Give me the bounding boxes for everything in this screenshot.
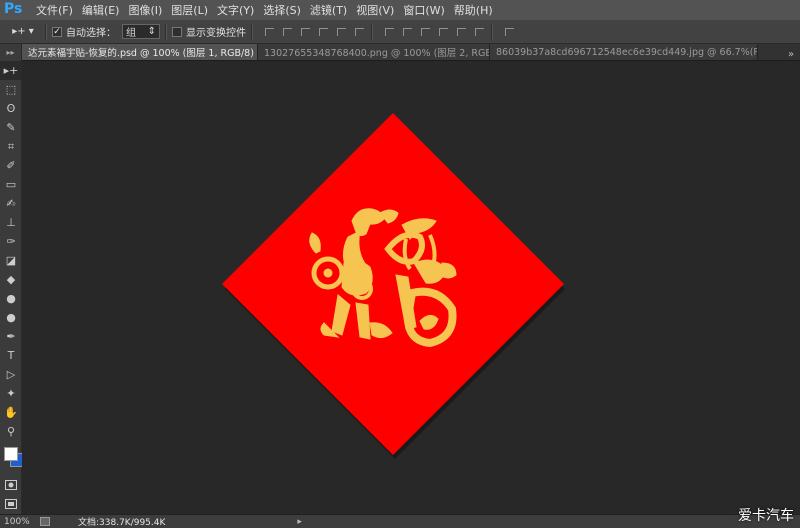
dodge-tool-icon[interactable]: ●: [0, 308, 22, 327]
menu-window[interactable]: 窗口(W): [403, 2, 444, 18]
options-bar: ▸+ ▾ ✓ 自动选择： 组 ⇕ 显示变换控件: [0, 19, 800, 44]
distribute-hcenter-icon: [456, 27, 466, 36]
auto-align-layers-button[interactable]: [502, 25, 516, 39]
document-size: 文档:338.7K/995.4K: [78, 518, 166, 528]
color-swatches: [0, 441, 24, 475]
tab-label: 达元素福宇贴-恢复的.psd @ 100% (图层 1, RGB/8) *: [28, 48, 258, 59]
path-selection-tool-icon[interactable]: ▷: [0, 365, 22, 384]
align-horizontal-centers-button[interactable]: [334, 25, 348, 39]
menu-image[interactable]: 图像(I): [128, 2, 162, 18]
quick-mask-shape: [5, 479, 17, 490]
canvas-area[interactable]: [22, 61, 800, 514]
align-right-icon: [354, 27, 364, 36]
lasso-tool-icon[interactable]: ʘ: [0, 99, 22, 118]
auto-select-dropdown[interactable]: 组 ⇕: [122, 24, 160, 39]
divider: [45, 23, 47, 40]
distribute-hcenter-button[interactable]: [454, 25, 468, 39]
tab-label: 13027655348768400.png @ 100% (图层 2, RGB/…: [264, 48, 490, 59]
document-tab-active[interactable]: 达元素福宇贴-恢复的.psd @ 100% (图层 1, RGB/8) * ×: [22, 44, 258, 60]
divider: [491, 23, 493, 40]
document-info-icon[interactable]: [40, 517, 50, 526]
crop-tool-icon[interactable]: ⌗: [0, 137, 22, 156]
shape-tool-icon[interactable]: ✦: [0, 384, 22, 403]
zoom-level[interactable]: 100%: [0, 517, 36, 527]
align-bottom-edges-button[interactable]: [298, 25, 312, 39]
menu-select[interactable]: 选择(S): [263, 2, 301, 18]
distribute-top-button[interactable]: [382, 25, 396, 39]
eraser-tool-icon[interactable]: ◪: [0, 251, 22, 270]
distribute-right-button[interactable]: [472, 25, 486, 39]
zoom-tool-icon[interactable]: ⚲: [0, 422, 22, 441]
distribute-top-icon: [384, 27, 394, 36]
align-left-edges-button[interactable]: [316, 25, 330, 39]
quick-selection-tool-icon[interactable]: ✎: [0, 118, 22, 137]
auto-align-icon: [504, 27, 514, 36]
tool-preset-picker[interactable]: ▸+ ▾: [6, 22, 40, 41]
foreground-color-swatch[interactable]: [4, 447, 18, 461]
clone-stamp-tool-icon[interactable]: ⊥: [0, 213, 22, 232]
show-transform-label: 显示变换控件: [186, 28, 246, 39]
dropdown-arrow-icon: ⇕: [147, 26, 156, 37]
tab-label: 86039b37a8cd696712548ec6e39cd449.jpg @ 6…: [496, 46, 757, 58]
align-top-edges-button[interactable]: [262, 25, 276, 39]
blur-tool-icon[interactable]: ●: [0, 289, 22, 308]
hand-tool-icon[interactable]: ✋: [0, 403, 22, 422]
red-diamond-paper: [222, 113, 564, 455]
align-vertical-centers-button[interactable]: [280, 25, 294, 39]
menu-view[interactable]: 视图(V): [356, 2, 394, 18]
document-tab[interactable]: 13027655348768400.png @ 100% (图层 2, RGB/…: [258, 44, 490, 60]
more-tabs-icon[interactable]: »: [782, 49, 800, 60]
brush-tool-icon[interactable]: ✍: [0, 194, 22, 213]
quick-mask-icon[interactable]: [0, 475, 22, 494]
pen-tool-icon[interactable]: ✒: [0, 327, 22, 346]
auto-select-label: 自动选择：: [66, 28, 116, 39]
menu-layer[interactable]: 图层(L): [171, 2, 208, 18]
auto-select-value: 组: [126, 28, 136, 39]
align-hcenter-icon: [336, 27, 346, 36]
menu-file[interactable]: 文件(F): [36, 2, 73, 18]
menu-type[interactable]: 文字(Y): [217, 2, 254, 18]
screen-mode-icon[interactable]: [0, 494, 22, 513]
align-right-edges-button[interactable]: [352, 25, 366, 39]
history-brush-tool-icon[interactable]: ✑: [0, 232, 22, 251]
distribute-right-icon: [474, 27, 484, 36]
toolbox: ▸▸ ▸+ ⬚ ʘ ✎ ⌗ ✐ ▭ ✍ ⊥ ✑ ◪ ◆ ● ● ✒ T ▷ ✦ …: [0, 44, 24, 514]
align-top-icon: [264, 27, 274, 36]
align-bottom-icon: [300, 27, 310, 36]
screen-mode-shape: [5, 498, 17, 509]
show-transform-checkbox[interactable]: [172, 26, 182, 37]
distribute-bottom-icon: [420, 27, 430, 36]
distribute-left-icon: [438, 27, 448, 36]
status-menu-arrow-icon[interactable]: ▸: [297, 517, 302, 527]
toolbox-collapse-icon[interactable]: ▸▸: [0, 44, 21, 61]
document-tab[interactable]: 86039b37a8cd696712548ec6e39cd449.jpg @ 6…: [490, 44, 758, 60]
distribute-bottom-button[interactable]: [418, 25, 432, 39]
distribute-vcenter-button[interactable]: [400, 25, 414, 39]
type-tool-icon[interactable]: T: [0, 346, 22, 365]
move-tool-icon[interactable]: ▸+: [0, 61, 22, 80]
eyedropper-tool-icon[interactable]: ✐: [0, 156, 22, 175]
menu-edit[interactable]: 编辑(E): [82, 2, 120, 18]
menu-help[interactable]: 帮助(H): [454, 2, 493, 18]
document-canvas[interactable]: [220, 113, 566, 459]
auto-select-checkbox[interactable]: ✓: [52, 26, 62, 37]
divider: [251, 23, 253, 40]
menu-filter[interactable]: 滤镜(T): [310, 2, 347, 18]
document-tab-bar: 达元素福宇贴-恢复的.psd @ 100% (图层 1, RGB/8) * × …: [22, 44, 800, 61]
healing-brush-tool-icon[interactable]: ▭: [0, 175, 22, 194]
divider: [165, 23, 167, 40]
distribute-vcenter-icon: [402, 27, 412, 36]
photoshop-logo[interactable]: Ps: [0, 0, 26, 19]
menu-bar: Ps 文件(F) 编辑(E) 图像(I) 图层(L) 文字(Y) 选择(S) 滤…: [0, 0, 800, 19]
align-vcenter-icon: [282, 27, 292, 36]
marquee-tool-icon[interactable]: ⬚: [0, 80, 22, 99]
paint-bucket-tool-icon[interactable]: ◆: [0, 270, 22, 289]
align-left-icon: [318, 27, 328, 36]
watermark: 爱卡汽车: [738, 508, 794, 524]
status-bar: 100% 文档:338.7K/995.4K ▸: [0, 514, 800, 528]
distribute-left-button[interactable]: [436, 25, 450, 39]
divider: [371, 23, 373, 40]
